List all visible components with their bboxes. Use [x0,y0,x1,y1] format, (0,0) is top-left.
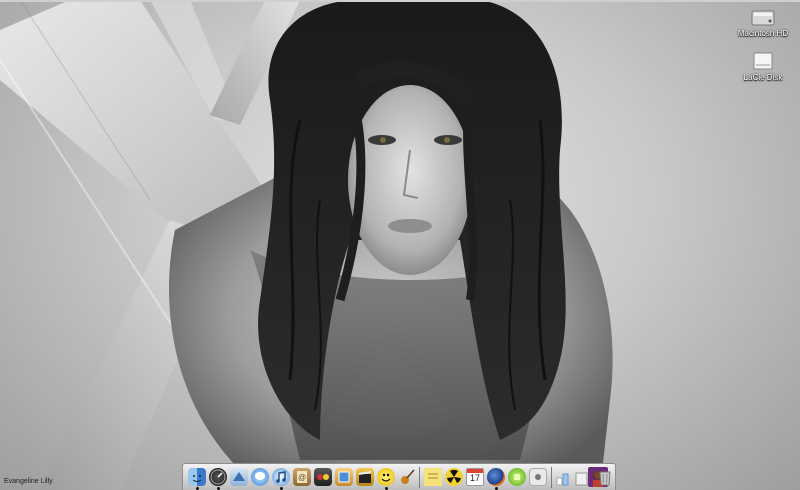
garageband-guitar-icon[interactable] [398,468,416,486]
external-drive-icon [753,52,773,70]
ical-day: 17 [469,473,480,483]
desktop-icon-lacie-disk[interactable]: LaCie Disk [733,50,793,82]
dock-separator [551,467,552,488]
finder-icon[interactable] [188,468,206,486]
adium-duck-icon[interactable] [377,468,395,486]
clapperboard-icon[interactable] [356,468,374,486]
ichat-icon[interactable] [251,468,269,486]
trash-icon[interactable] [596,468,614,486]
svg-text:@: @ [298,473,306,482]
iphoto-icon[interactable] [335,468,353,486]
address-book-icon[interactable]: @ [293,468,311,486]
ical-icon[interactable]: 17 [466,468,484,486]
dock: @ 17 [182,463,616,490]
applications-stack-icon[interactable] [555,468,573,486]
dock-separator [419,467,420,488]
green-app-icon[interactable] [508,468,526,486]
imovie-icon[interactable] [314,468,332,486]
desktop-icon-label: Macintosh HD [737,29,789,38]
itunes-icon[interactable] [272,468,290,486]
desktop-icon-label: LaCie Disk [743,73,783,82]
preview-icon[interactable] [529,468,547,486]
mail-icon[interactable] [230,468,248,486]
desktop-icon-macintosh-hd[interactable]: Macintosh HD [733,6,793,38]
radioactive-icon[interactable] [445,468,463,486]
menu-bar-edge [0,0,800,2]
hard-drive-icon [751,10,775,26]
desktop: Macintosh HD LaCie Disk Evangeline Lilly [0,0,800,490]
stickies-icon[interactable] [424,468,442,486]
wallpaper-caption: Evangeline Lilly [4,478,53,485]
firefox-icon[interactable] [487,468,505,486]
dashboard-icon[interactable] [209,468,227,486]
wallpaper-portrait [168,0,613,490]
